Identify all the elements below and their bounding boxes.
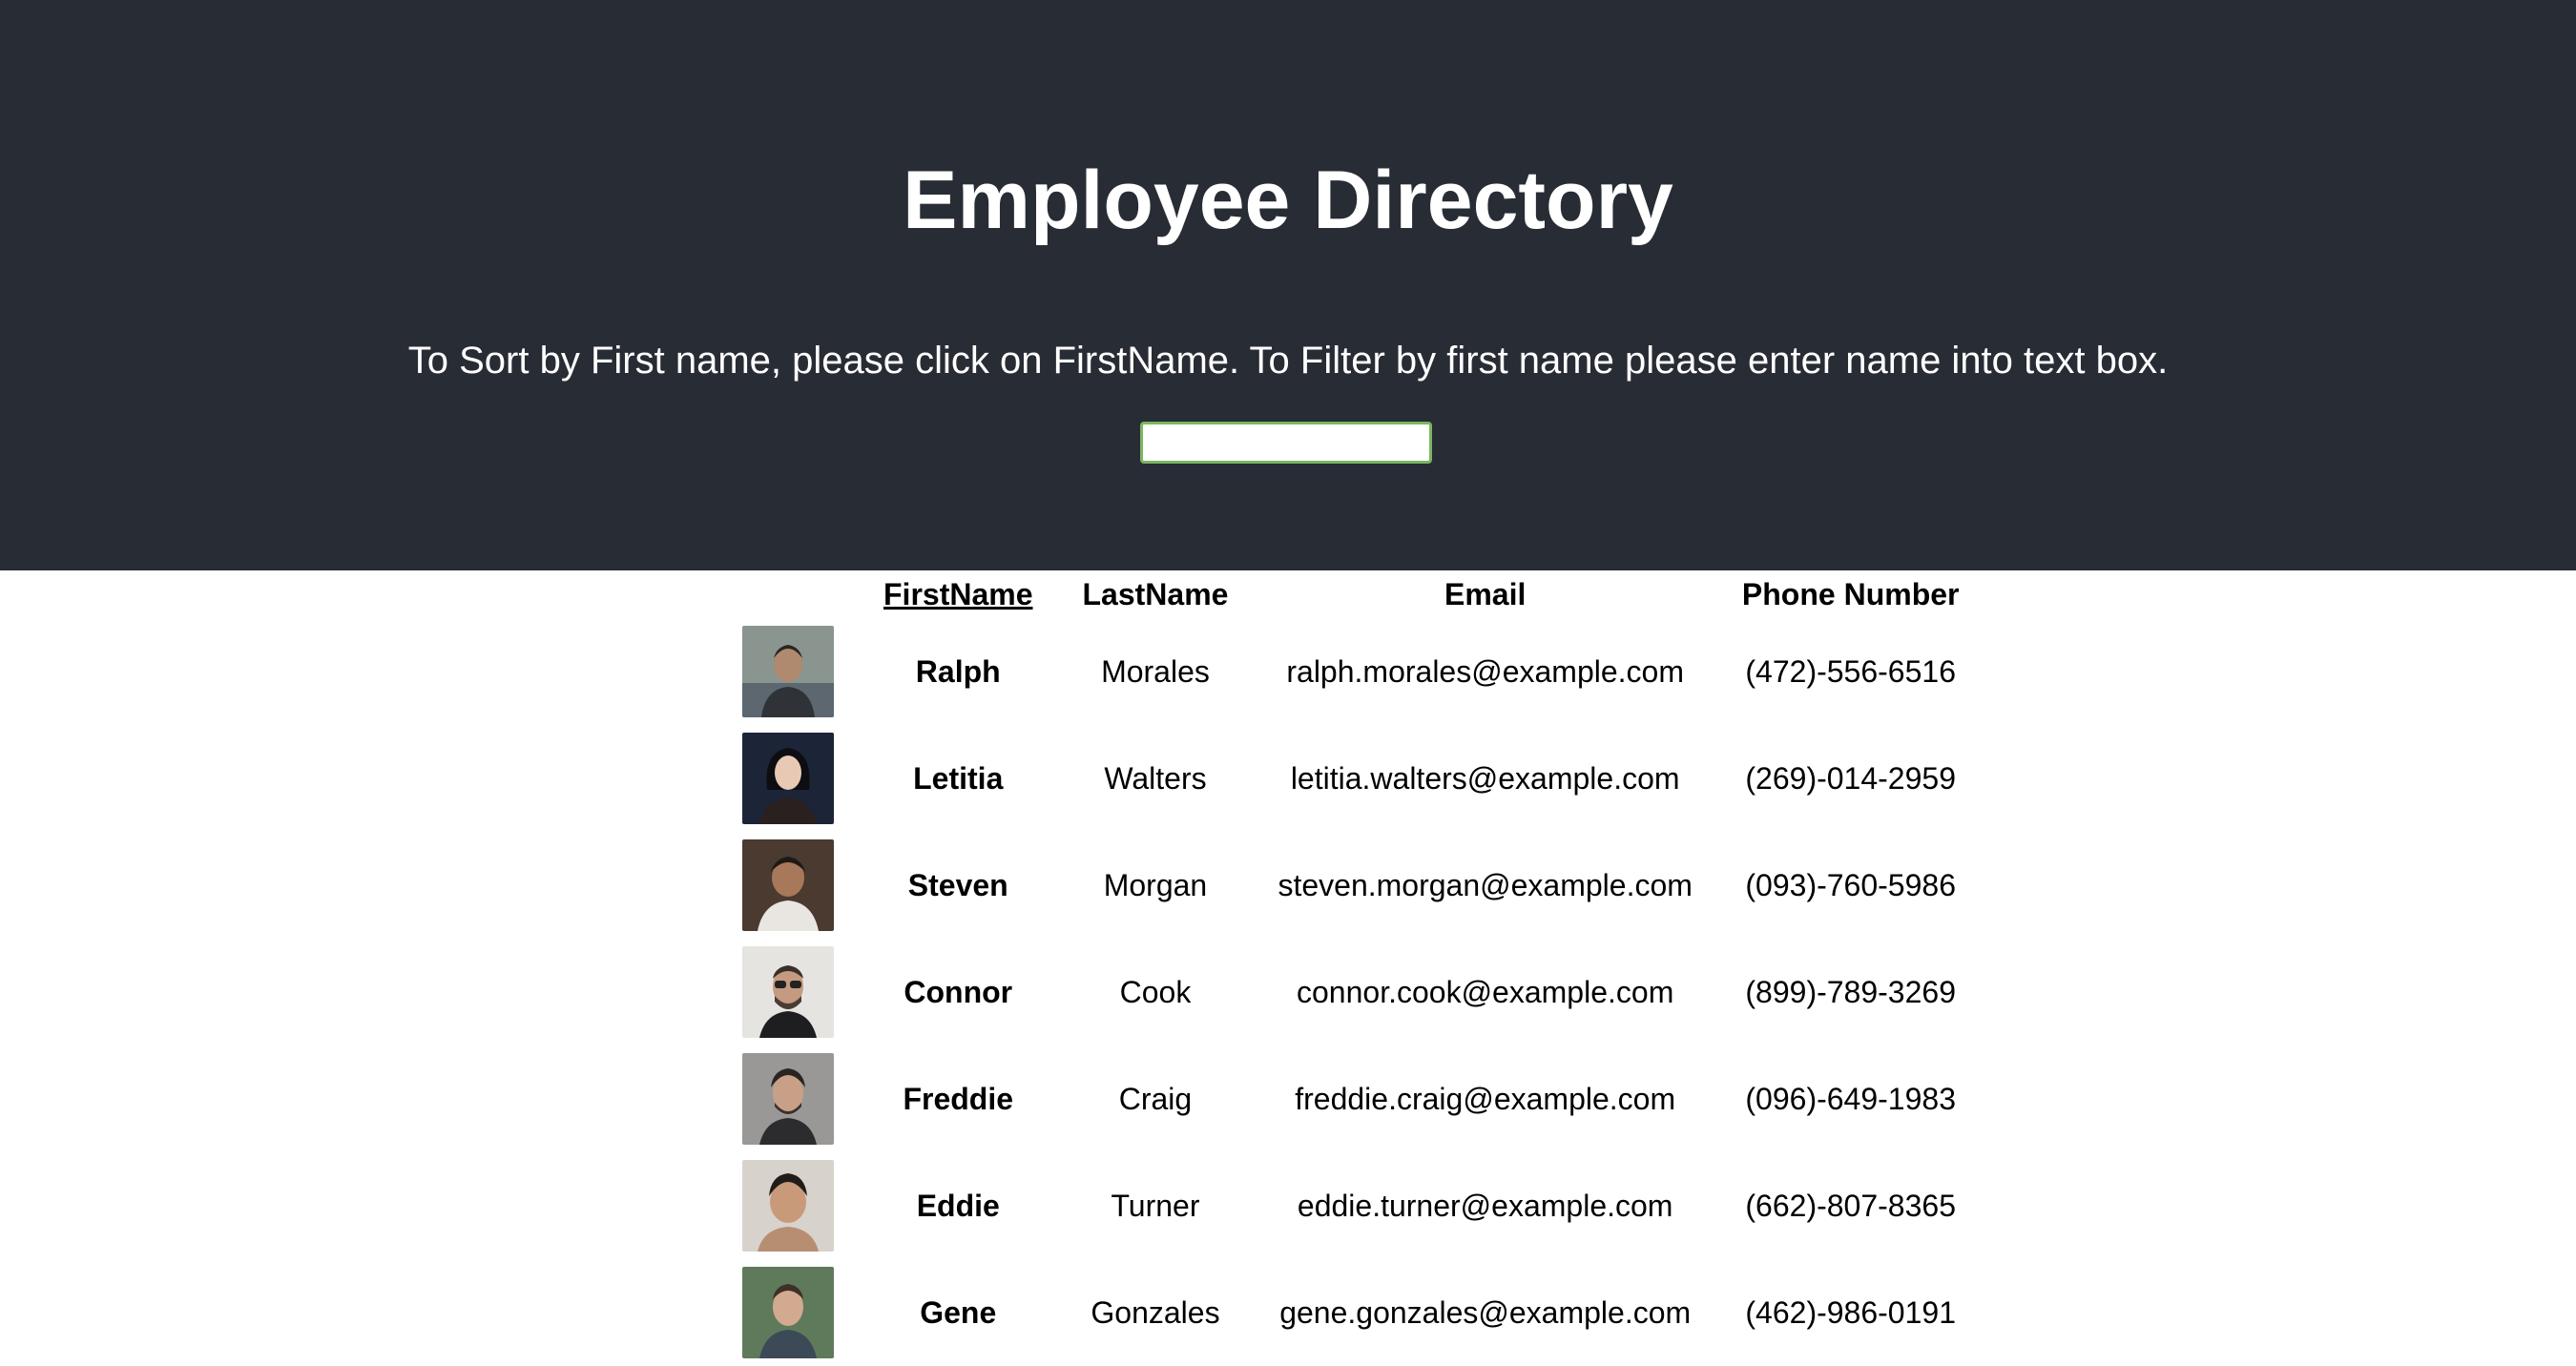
last-name-cell: Walters [1104, 760, 1207, 796]
first-name-cell: Eddie [916, 1188, 1000, 1223]
email-cell: steven.morgan@example.com [1278, 867, 1693, 902]
email-cell: freddie.craig@example.com [1295, 1081, 1676, 1116]
employee-photo-icon [742, 733, 834, 824]
table-row: Letitia Walters letitia.walters@example.… [719, 725, 1982, 832]
column-header-photo [719, 570, 857, 618]
email-cell: eddie.turner@example.com [1297, 1188, 1673, 1223]
page-title: Employee Directory [903, 155, 1673, 246]
phone-cell: (899)-789-3269 [1745, 974, 1956, 1009]
last-name-cell: Craig [1118, 1081, 1193, 1116]
table-header-row: FirstName LastName Email Phone Number [719, 570, 1982, 618]
photo-cell [719, 1152, 857, 1259]
employee-photo-icon [742, 946, 834, 1038]
photo-cell [719, 618, 857, 725]
phone-cell: (462)-986-0191 [1745, 1294, 1956, 1330]
phone-cell: (096)-649-1983 [1745, 1081, 1956, 1116]
table-row: Freddie Craig freddie.craig@example.com … [719, 1045, 1982, 1152]
employee-photo-icon [742, 839, 834, 931]
phone-cell: (662)-807-8365 [1745, 1188, 1956, 1223]
first-name-cell: Connor [904, 974, 1013, 1009]
email-cell: gene.gonzales@example.com [1279, 1294, 1692, 1330]
photo-cell [719, 1259, 857, 1366]
table-row: Eddie Turner eddie.turner@example.com (6… [719, 1152, 1982, 1259]
table-row: Ralph Morales ralph.morales@example.com … [719, 618, 1982, 725]
column-header-email: Email [1444, 576, 1527, 611]
first-name-cell: Freddie [903, 1081, 1014, 1116]
first-name-cell: Ralph [915, 653, 1001, 689]
photo-cell [719, 939, 857, 1045]
phone-cell: (093)-760-5986 [1745, 867, 1956, 902]
email-cell: ralph.morales@example.com [1286, 653, 1684, 689]
table-row: Gene Gonzales gene.gonzales@example.com … [719, 1259, 1982, 1366]
phone-cell: (269)-014-2959 [1745, 760, 1956, 796]
first-name-cell: Gene [920, 1294, 997, 1330]
table-row: Steven Morgan steven.morgan@example.com … [719, 832, 1982, 939]
last-name-cell: Gonzales [1091, 1294, 1220, 1330]
employee-photo-icon [742, 1267, 834, 1358]
column-header-lastname: LastName [1082, 576, 1229, 611]
email-cell: connor.cook@example.com [1297, 974, 1674, 1009]
photo-cell [719, 832, 857, 939]
photo-cell [719, 725, 857, 832]
employee-table: FirstName LastName Email Phone Number Ra… [716, 570, 1985, 1366]
last-name-cell: Turner [1111, 1188, 1200, 1223]
instructions-text: To Sort by First name, please click on F… [407, 340, 2169, 382]
first-name-cell: Steven [907, 867, 1008, 902]
employee-photo-icon [742, 1053, 834, 1145]
app-header: Employee Directory To Sort by First name… [0, 0, 2576, 570]
last-name-cell: Cook [1119, 974, 1192, 1009]
email-cell: letitia.walters@example.com [1290, 760, 1680, 796]
last-name-cell: Morales [1101, 653, 1210, 689]
employee-photo-icon [742, 626, 834, 717]
photo-cell [719, 1045, 857, 1152]
table-row: Connor Cook connor.cook@example.com (899… [719, 939, 1982, 1045]
column-header-phone: Phone Number [1741, 576, 1960, 611]
first-name-cell: Letitia [913, 760, 1004, 796]
last-name-cell: Morgan [1103, 867, 1208, 902]
filter-input[interactable] [1140, 422, 1432, 464]
phone-cell: (472)-556-6516 [1745, 653, 1956, 689]
sort-by-firstname-header[interactable]: FirstName [861, 570, 1056, 618]
employee-photo-icon [742, 1160, 834, 1252]
